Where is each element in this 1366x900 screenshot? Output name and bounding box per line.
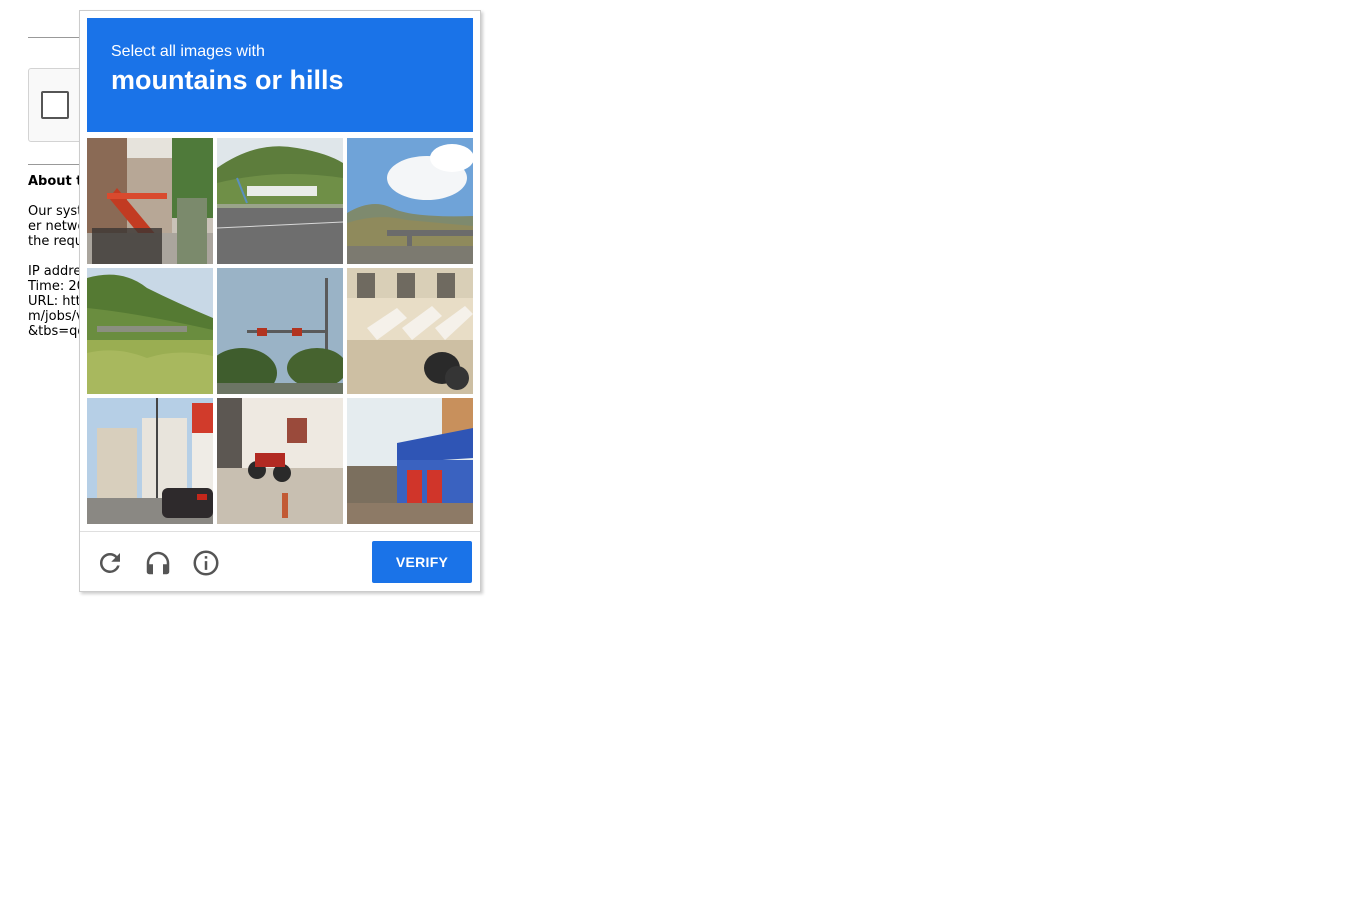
captcha-challenge-popup: Select all images with mountains or hill…: [79, 10, 481, 592]
image-tile[interactable]: [87, 398, 213, 524]
image-tile[interactable]: [347, 268, 473, 394]
challenge-target: mountains or hills: [111, 65, 344, 95]
about-paragraph: Our syst er netwo the requ: [28, 204, 86, 249]
image-tile[interactable]: [217, 138, 343, 264]
recaptcha-checkbox[interactable]: [41, 91, 69, 119]
reload-icon[interactable]: [95, 548, 125, 578]
image-tile[interactable]: [347, 138, 473, 264]
image-tile[interactable]: [217, 268, 343, 394]
image-tile[interactable]: [347, 398, 473, 524]
about-heading: About t: [28, 174, 83, 189]
challenge-header: Select all images with mountains or hill…: [87, 18, 473, 132]
image-tile[interactable]: [217, 398, 343, 524]
headphones-icon[interactable]: [143, 548, 173, 578]
verify-button[interactable]: VERIFY: [372, 541, 472, 583]
challenge-instruction: Select all images with: [111, 43, 265, 60]
info-icon[interactable]: [191, 548, 221, 578]
footer-divider: [80, 531, 480, 532]
image-tile[interactable]: [87, 138, 213, 264]
image-tile[interactable]: [87, 268, 213, 394]
request-details: IP addre Time: 20 URL: htt m/jobs/v &tbs…: [28, 264, 86, 339]
image-grid: [87, 138, 473, 524]
